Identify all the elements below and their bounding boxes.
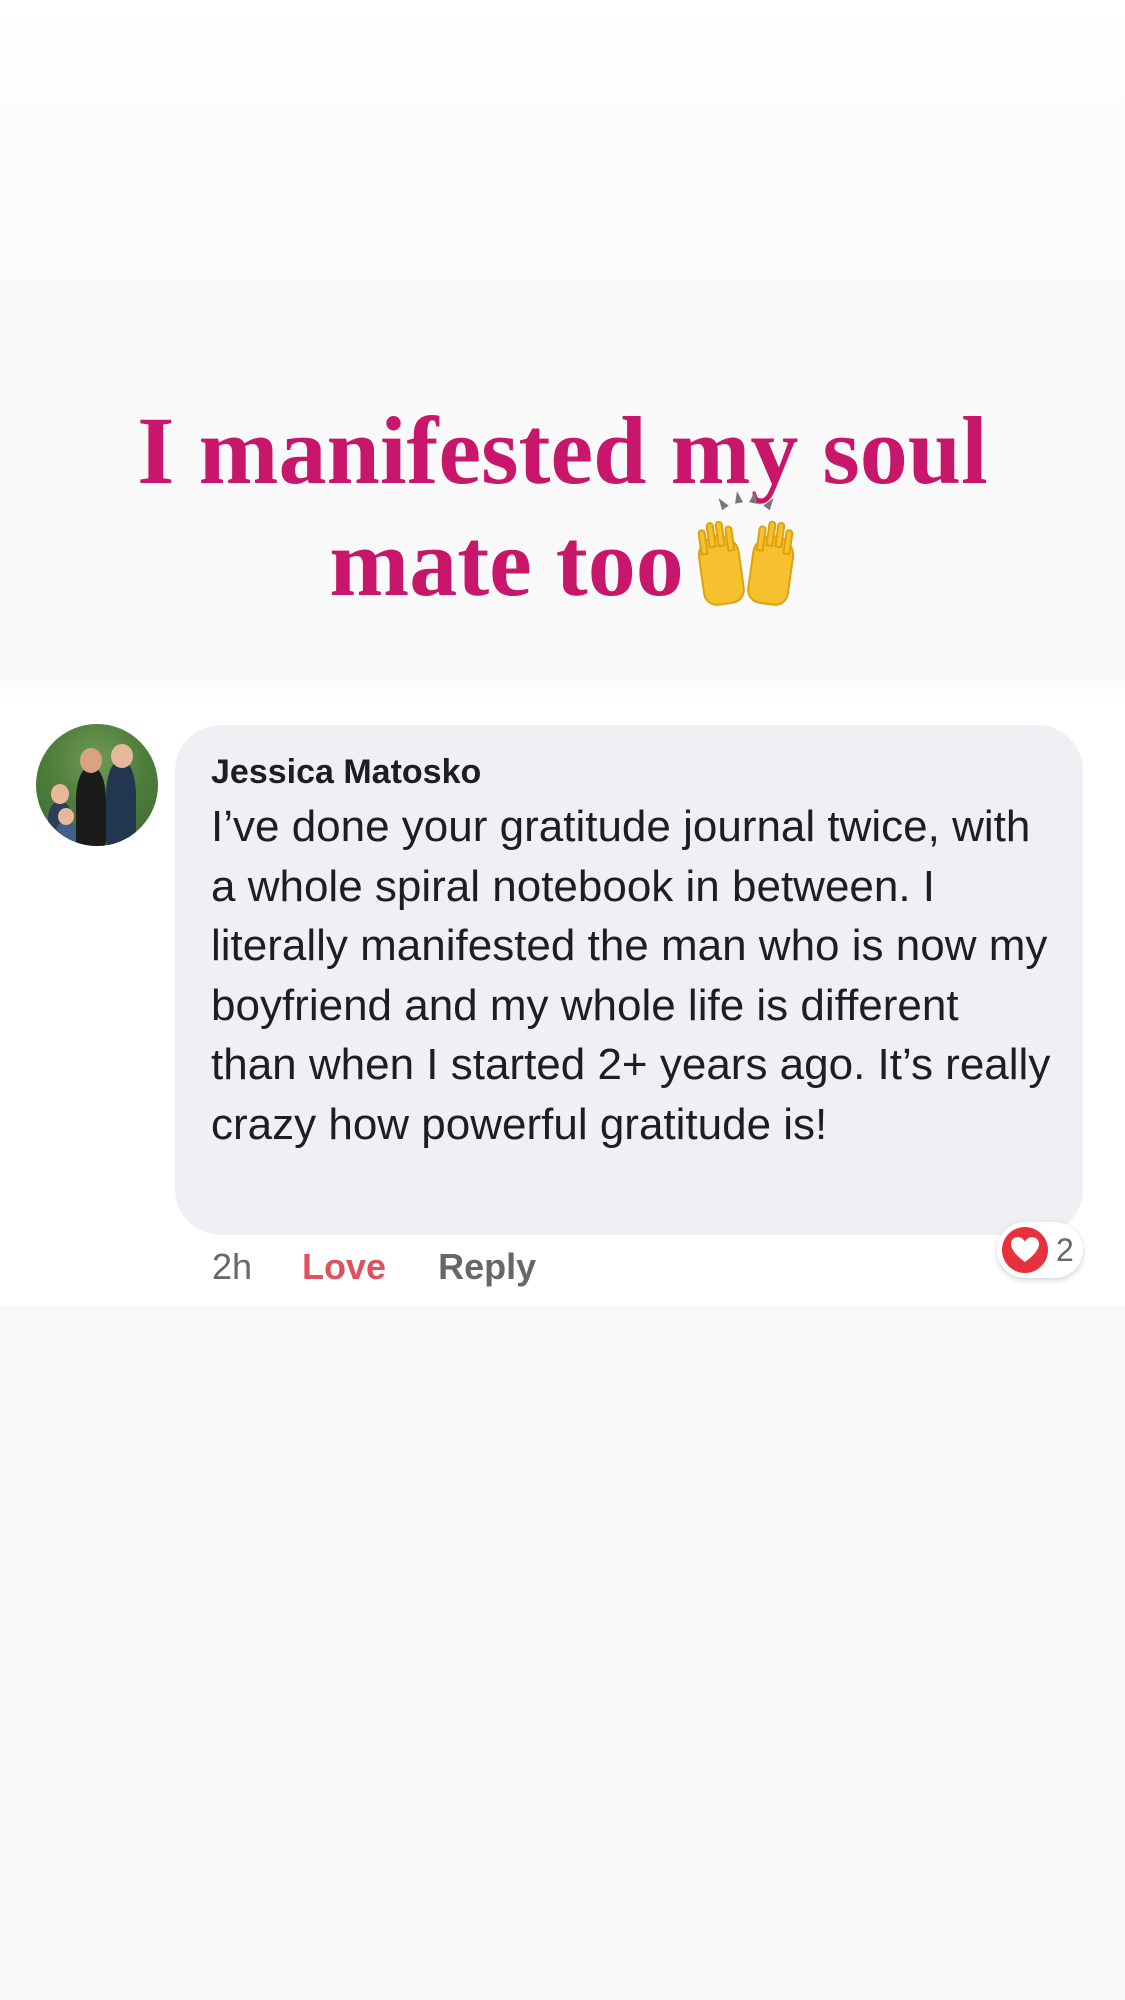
story-headline: I manifested my soul mate too <box>0 395 1125 619</box>
left-hand-icon <box>695 520 747 608</box>
comment-author[interactable]: Jessica Matosko <box>211 751 1047 793</box>
comment-timestamp[interactable]: 2h <box>212 1246 252 1288</box>
reaction-count: 2 <box>1056 1231 1074 1268</box>
love-button[interactable]: Love <box>302 1246 386 1288</box>
raising-hands-icon <box>695 490 797 608</box>
headline-line-1: I manifested my soul <box>137 397 988 504</box>
headline-line-2: mate too <box>329 509 684 616</box>
comment-actions: 2h Love Reply <box>212 1242 536 1292</box>
comment-text: I’ve done your gratitude journal twice, … <box>211 802 1051 1149</box>
sparkle-marks <box>714 490 778 511</box>
headline-line-2-wrap: mate too <box>0 490 1125 619</box>
right-hand-icon <box>745 520 797 608</box>
reaction-summary[interactable]: 2 <box>997 1222 1083 1278</box>
reply-button[interactable]: Reply <box>438 1246 536 1288</box>
story-background-lower <box>0 1305 1125 2000</box>
heart-icon <box>1002 1227 1048 1273</box>
avatar[interactable] <box>36 724 158 846</box>
comment-bubble: Jessica Matosko I’ve done your gratitude… <box>175 725 1083 1235</box>
